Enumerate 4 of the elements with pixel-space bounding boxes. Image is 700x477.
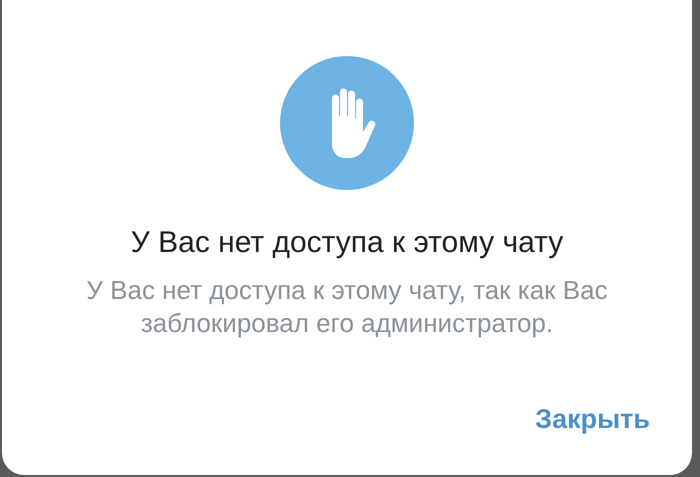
dialog-title: У Вас нет доступа к этому чату (130, 226, 564, 260)
hand-icon (280, 56, 414, 190)
close-button[interactable]: Закрыть (529, 400, 656, 439)
dialog-message: У Вас нет доступа к этому чату, так как Вас заблокировал его администратор. (85, 274, 609, 340)
